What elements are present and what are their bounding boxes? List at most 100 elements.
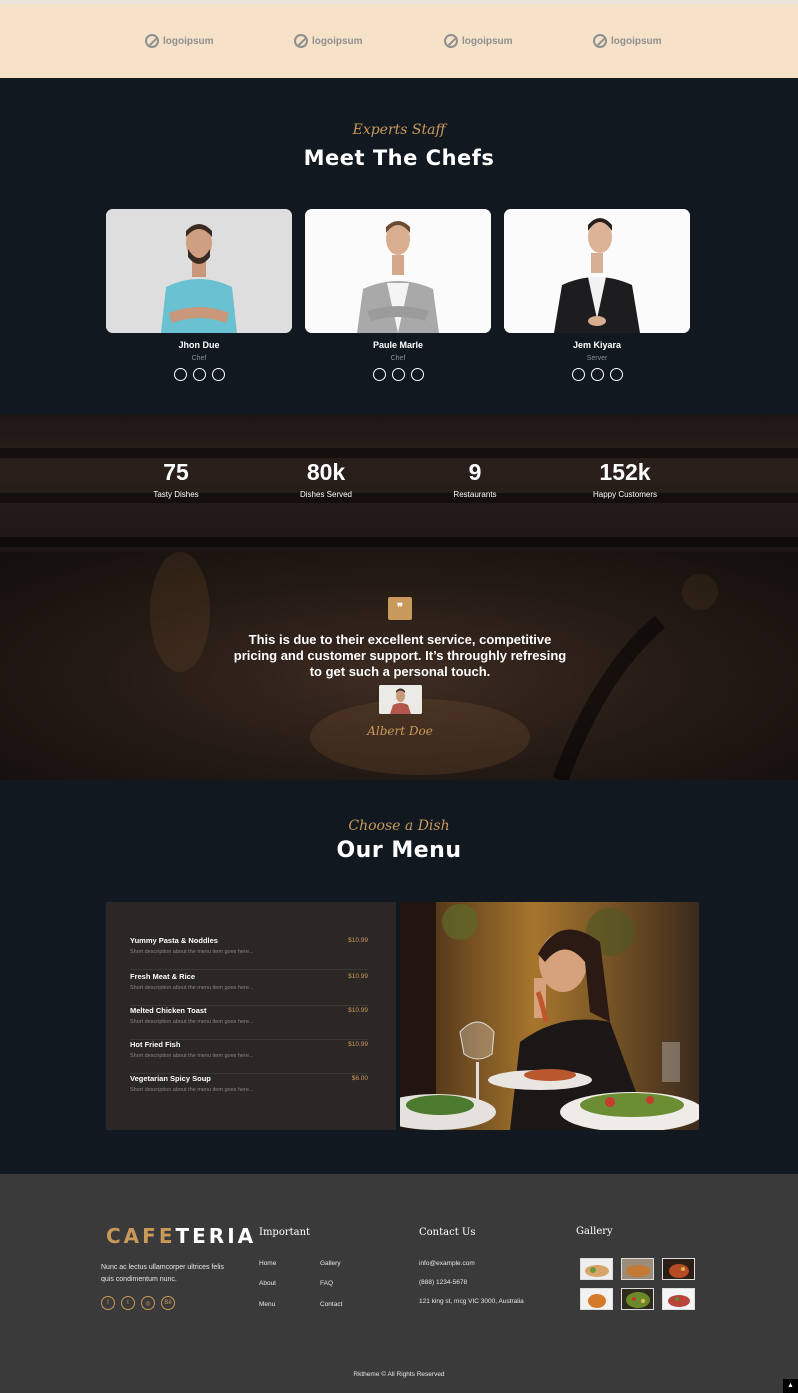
footer-link-menu[interactable]: Menu [259, 1301, 275, 1308]
menu-item-desc: Short description about the menu item go… [130, 1053, 254, 1059]
footer-link-gallery[interactable]: Gallery [320, 1260, 341, 1267]
menu-item[interactable]: Hot Fried Fish $10.99 Short description … [130, 1040, 368, 1074]
gallery-thumb[interactable] [662, 1258, 695, 1280]
background-band [0, 448, 798, 458]
partner-logo: logoipsum [145, 34, 214, 48]
menu-list: Yummy Pasta & Noddles $10.99 Short descr… [106, 902, 396, 1130]
menu-item-price: $10.99 [348, 1007, 368, 1014]
partner-logo: logoipsum [593, 34, 662, 48]
menu-item-name: Hot Fried Fish [130, 1040, 181, 1049]
footer-heading-gallery: Gallery [576, 1226, 613, 1237]
stat-item: 152k Happy Customers [550, 459, 700, 499]
menu-section: Choose a Dish Our Menu Yummy Pasta & Nod… [0, 780, 798, 1174]
partner-logo: logoipsum [444, 34, 513, 48]
menu-item-price: $10.99 [348, 973, 368, 980]
brand-logo[interactable]: CAFETERIA [106, 1224, 256, 1248]
contact-phone[interactable]: (888) 1234-5678 [419, 1279, 467, 1286]
menu-item-desc: Short description about the menu item go… [130, 1087, 254, 1093]
site-footer: CAFETERIA Nunc ac lectus ullamcorper ult… [0, 1174, 798, 1393]
stats-section: 75 Tasty Dishes 80k Dishes Served 9 Rest… [0, 414, 798, 552]
footer-link-about[interactable]: About [259, 1280, 276, 1287]
chef-photo [305, 209, 491, 333]
stat-item: 75 Tasty Dishes [101, 459, 251, 499]
social-icon[interactable] [211, 368, 225, 381]
twitter-icon[interactable]: t [121, 1296, 135, 1310]
menu-item[interactable]: Yummy Pasta & Noddles $10.99 Short descr… [130, 936, 368, 970]
chef-social-links [305, 368, 491, 381]
chef-name: Jem Kiyara [572, 340, 622, 350]
quote-icon: ❞ [388, 597, 412, 620]
author-avatar [379, 685, 422, 714]
testimonial-text: This is due to their excellent service, … [233, 632, 567, 679]
footer-gallery [580, 1258, 695, 1310]
menu-item-price: $10.99 [348, 1041, 368, 1048]
footer-heading-important: Important [259, 1227, 311, 1238]
chef-name: Jhon Due [178, 340, 220, 350]
chef-photo [106, 209, 292, 333]
footer-description: Nunc ac lectus ullamcorper ultrices feli… [101, 1264, 224, 1283]
facebook-icon[interactable]: f [101, 1296, 115, 1310]
scroll-to-top-button[interactable]: ▲ [783, 1379, 798, 1393]
menu-item-desc: Short description about the menu item go… [130, 985, 254, 991]
footer-heading-contact: Contact Us [419, 1227, 476, 1238]
social-icon[interactable] [590, 368, 604, 381]
section-title: Meet The Chefs [303, 146, 495, 170]
logo-icon [145, 34, 159, 48]
menu-item-name: Fresh Meat & Rice [130, 972, 196, 981]
chef-social-links [106, 368, 292, 381]
menu-item[interactable]: Melted Chicken Toast $10.99 Short descri… [130, 1006, 368, 1040]
stat-label: Happy Customers [592, 490, 658, 499]
chef-role: Chef [390, 355, 406, 362]
footer-link-contact[interactable]: Contact [320, 1301, 342, 1308]
gallery-thumb[interactable] [621, 1288, 654, 1310]
social-icon[interactable] [410, 368, 424, 381]
footer-social-links: f t ◎ Bē [101, 1296, 175, 1310]
stat-item: 9 Restaurants [400, 459, 550, 499]
footer-link-home[interactable]: Home [259, 1260, 276, 1267]
menu-item[interactable]: Fresh Meat & Rice $10.99 Short descripti… [130, 972, 368, 1006]
partner-logo: logoipsum [294, 34, 363, 48]
social-icon[interactable] [571, 368, 585, 381]
section-script-title: Choose a Dish [348, 818, 450, 834]
menu-item-price: $10.99 [348, 937, 368, 944]
menu-item-name: Vegetarian Spicy Soup [130, 1074, 211, 1083]
gallery-thumb[interactable] [580, 1258, 613, 1280]
contact-address: 121 king st, mcg VIC 3000, Australia [419, 1298, 524, 1305]
stat-value: 75 [163, 459, 189, 485]
menu-item-desc: Short description about the menu item go… [130, 1019, 254, 1025]
stat-label: Restaurants [453, 490, 497, 499]
gallery-thumb[interactable] [621, 1258, 654, 1280]
stat-label: Dishes Served [299, 490, 353, 499]
logo-icon [444, 34, 458, 48]
menu-item-name: Melted Chicken Toast [130, 1006, 207, 1015]
social-icon[interactable] [173, 368, 187, 381]
chef-social-links [504, 368, 690, 381]
stat-value: 9 [468, 459, 482, 485]
menu-item[interactable]: Vegetarian Spicy Soup $6.00 Short descri… [130, 1074, 368, 1108]
chef-name: Paule Marle [372, 340, 424, 350]
stat-item: 80k Dishes Served [251, 459, 401, 499]
logo-icon [294, 34, 308, 48]
partner-logos: logoipsum logoipsum logoipsum logoipsum [0, 0, 798, 78]
chef-role: Server [586, 355, 608, 362]
social-icon[interactable] [609, 368, 623, 381]
menu-item-desc: Short description about the menu item go… [130, 949, 254, 955]
instagram-icon[interactable]: ◎ [141, 1296, 155, 1310]
behance-icon[interactable]: Bē [161, 1296, 175, 1310]
background-band [0, 537, 798, 547]
gallery-thumb[interactable] [662, 1288, 695, 1310]
contact-email[interactable]: info@example.com [419, 1260, 475, 1267]
social-icon[interactable] [372, 368, 386, 381]
gallery-thumb[interactable] [580, 1288, 613, 1310]
chef-role: Chef [191, 355, 207, 362]
menu-item-price: $6.00 [351, 1075, 368, 1082]
stat-value: 152k [599, 459, 651, 485]
testimonial-section: ❞ This is due to their excellent service… [0, 552, 798, 780]
section-title: Our Menu [336, 838, 462, 863]
social-icon[interactable] [391, 368, 405, 381]
menu-photo [400, 902, 699, 1130]
copyright-text: Rktheme © All Rights Reserved [353, 1371, 445, 1378]
social-icon[interactable] [192, 368, 206, 381]
stat-label: Tasty Dishes [153, 490, 199, 499]
footer-link-faq[interactable]: FAQ [320, 1280, 333, 1287]
